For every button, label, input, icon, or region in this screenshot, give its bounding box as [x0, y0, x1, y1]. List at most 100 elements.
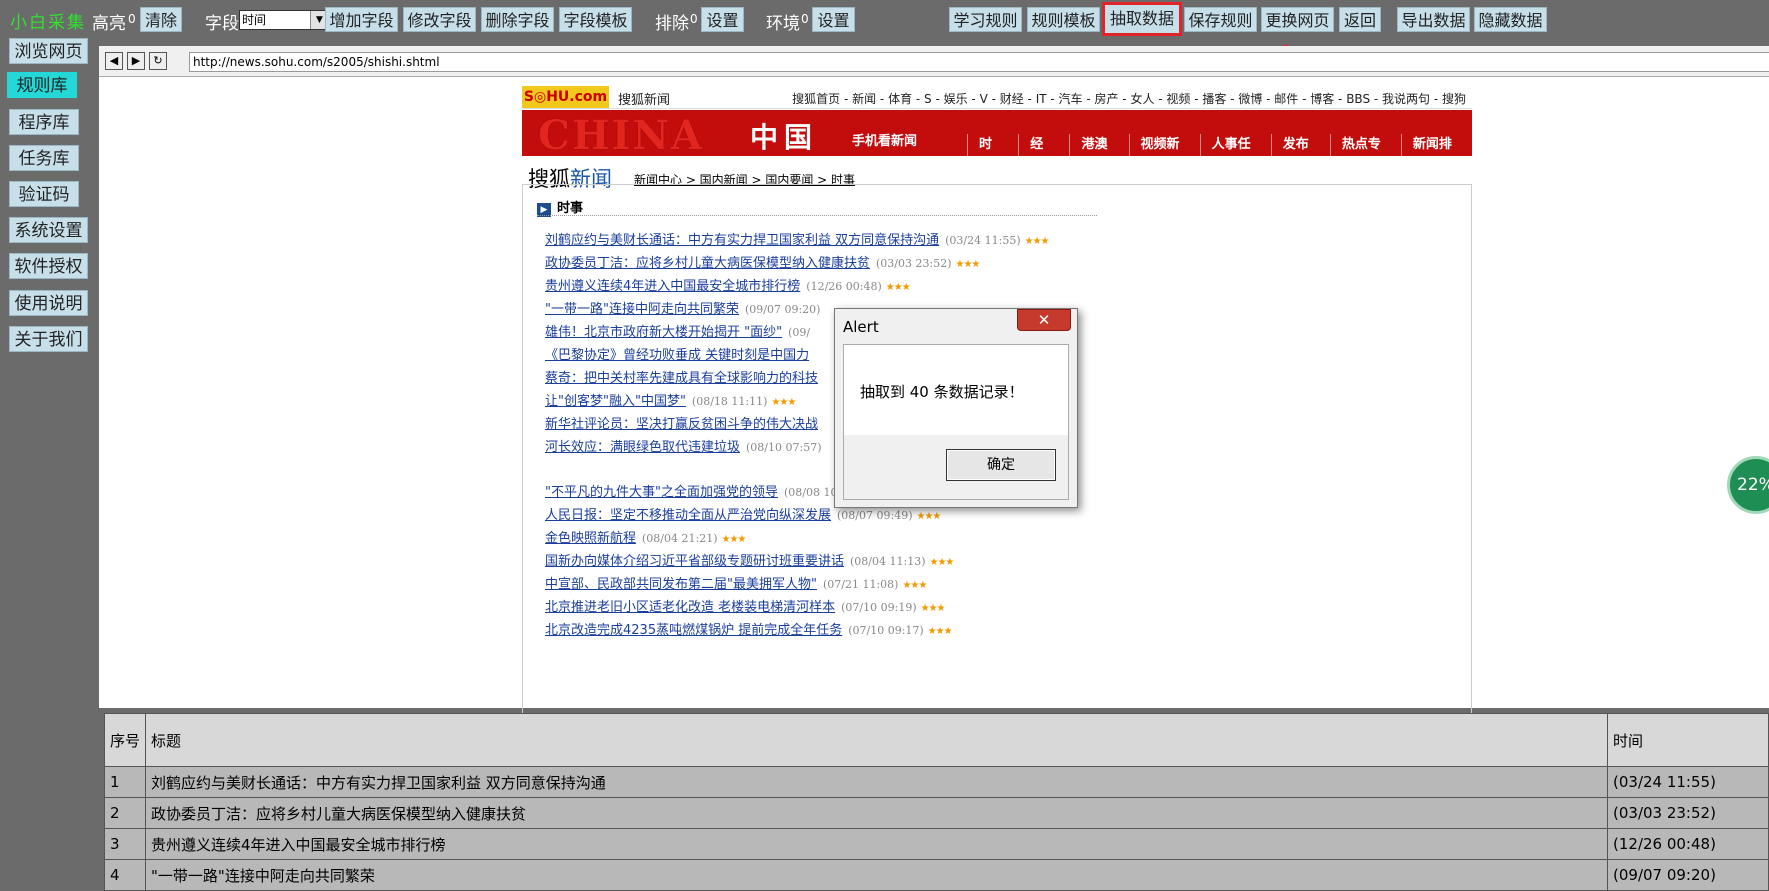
tab-personnel[interactable]: 人事任免	[1199, 134, 1271, 174]
save-rule-button[interactable]: 保存规则	[1184, 7, 1257, 32]
tab-shishi[interactable]: 时 事	[967, 134, 1018, 174]
close-icon[interactable]: ✕	[1017, 309, 1071, 331]
news-link[interactable]: 《巴黎协定》曾经功败垂成 关键时刻是中国力	[545, 348, 809, 363]
news-item: 蔡奇：把中关村率先建成具有全球影响力的科技	[545, 367, 818, 386]
sidebar-item-tasks[interactable]: 任务库	[9, 145, 79, 171]
tab-gangaotai[interactable]: 港澳台	[1069, 134, 1128, 174]
mobile-news-link[interactable]: 手机看新闻	[852, 130, 917, 149]
refresh-icon[interactable]: ↻	[149, 52, 167, 70]
news-link[interactable]: 人民日报：坚定不移推动全面从严治党向纵深发展	[545, 508, 831, 523]
alert-message: 抽取到 40 条数据记录！	[860, 383, 1024, 401]
table-header-row: 序号 标题 时间	[103, 713, 1769, 767]
ok-button[interactable]: 确定	[946, 449, 1056, 481]
back-button[interactable]: 返回	[1339, 7, 1381, 32]
alert-title: Alert	[843, 318, 879, 336]
env-settings-button[interactable]: 设置	[812, 7, 855, 32]
tab-press[interactable]: 发布会	[1270, 134, 1330, 174]
news-link[interactable]: 贵州遵义连续4年进入中国最安全城市排行榜	[545, 279, 800, 294]
news-time: (08/18 11:11)	[691, 395, 768, 408]
sidebar-item-manual[interactable]: 使用说明	[9, 290, 88, 316]
hide-data-button[interactable]: 隐藏数据	[1474, 7, 1547, 32]
news-link[interactable]: 河长效应：满眼绿色取代违建垃圾	[545, 440, 740, 455]
env-label: 环境	[766, 14, 800, 34]
sidebar-item-about[interactable]: 关于我们	[9, 326, 88, 352]
field-label: 字段	[205, 14, 239, 34]
sohu-banner: CHINA 中国 手机看新闻 时 事 经 济 港澳台 视频新闻 人事任免 发布会…	[522, 110, 1472, 174]
sidebar-item-settings[interactable]: 系统设置	[9, 217, 88, 243]
news-link[interactable]: 刘鹤应约与美财长通话：中方有实力捍卫国家利益 双方同意保持沟通	[545, 233, 939, 248]
news-link[interactable]: 北京推进老旧小区适老化改造 老楼装电梯清河样本	[545, 600, 835, 615]
news-time: (09/	[788, 326, 811, 339]
learn-rules-button[interactable]: 学习规则	[949, 7, 1022, 32]
toolbar: 小白采集 高亮 0 清除 字段 时间 ▼ 增加字段 修改字段 删除字段 字段模板…	[0, 0, 1769, 38]
star-icon: ★★★	[955, 259, 981, 270]
export-data-button[interactable]: 导出数据	[1397, 7, 1470, 32]
back-arrow-icon[interactable]: ◀	[105, 52, 123, 70]
header-time: 时间	[1607, 713, 1769, 767]
rule-template-button[interactable]: 规则模板	[1027, 7, 1100, 32]
tab-ranking[interactable]: 新闻排行	[1400, 134, 1472, 174]
banner-zh-text: 中国	[750, 121, 819, 154]
sohu-topbar: S◎HU.com 搜狐新闻 搜狐首页 - 新闻 - 体育 - S - 娱乐 - …	[522, 86, 1472, 109]
sohu-news-logo[interactable]: 搜狐新闻	[618, 89, 670, 108]
news-link[interactable]: "一带一路"连接中阿走向共同繁荣	[545, 302, 739, 317]
table-row[interactable]: 3 贵州遵义连续4年进入中国最安全城市排行榜 (12/26 00:48)	[103, 828, 1769, 860]
news-link[interactable]: 北京改造完成4235蒸吨燃煤锅炉 提前完成全年任务	[545, 623, 842, 638]
news-link[interactable]: 雄伟！北京市政府新大楼开始揭开 "面纱"	[545, 325, 782, 340]
app-brand: 小白采集	[10, 13, 86, 33]
star-icon: ★★★	[927, 626, 953, 637]
tab-jingji[interactable]: 经 济	[1018, 134, 1069, 174]
news-item: 《巴黎协定》曾经功败垂成 关键时刻是中国力	[545, 344, 809, 363]
cell-title: "一带一路"连接中阿走向共同繁荣	[145, 859, 1608, 891]
sohu-top-links[interactable]: 搜狐首页 - 新闻 - 体育 - S - 娱乐 - V - 财经 - IT - …	[792, 90, 1466, 107]
news-item: 中宣部、民政部共同发布第二届"最美拥军人物" (07/21 11:08) ★★★	[545, 573, 927, 592]
cell-index: 3	[103, 828, 147, 860]
sidebar-item-rules[interactable]: 规则库	[7, 72, 77, 98]
cell-index: 4	[103, 859, 147, 891]
news-time: (03/24 11:55)	[945, 234, 1021, 247]
exclude-count: 0	[690, 12, 698, 26]
news-link[interactable]: 中宣部、民政部共同发布第二届"最美拥军人物"	[545, 577, 817, 592]
news-link[interactable]: 国新办向媒体介绍习近平省部级专题研讨班重要讲话	[545, 554, 844, 569]
table-row[interactable]: 4 "一带一路"连接中阿走向共同繁荣 (09/07 09:20)	[103, 859, 1769, 891]
cell-time: (12/26 00:48)	[1607, 828, 1769, 860]
extract-data-button[interactable]: 抽取数据	[1102, 2, 1182, 36]
sidebar-item-license[interactable]: 软件授权	[9, 253, 88, 279]
field-select-value: 时间	[242, 13, 267, 27]
news-item: 北京改造完成4235蒸吨燃煤锅炉 提前完成全年任务 (07/10 09:17) ★★…	[545, 619, 953, 638]
sidebar-item-browse[interactable]: 浏览网页	[9, 38, 88, 64]
sohu-logo[interactable]: S◎HU.com	[522, 86, 609, 108]
news-link[interactable]: "不平凡的九件大事"之全面加强党的领导	[545, 485, 778, 500]
alert-dialog: Alert ✕ 抽取到 40 条数据记录！ 确定	[834, 308, 1078, 508]
news-link[interactable]: 新华社评论员：坚决打赢反贫困斗争的伟大决战	[545, 417, 818, 432]
field-template-button[interactable]: 字段模板	[559, 7, 632, 32]
edit-field-button[interactable]: 修改字段	[403, 7, 476, 32]
news-link[interactable]: 金色映照新航程	[545, 531, 636, 546]
star-icon: ★★★	[916, 511, 942, 522]
address-bar: ◀ ▶ ↻ http://news.sohu.com/s2005/shishi.…	[99, 46, 1769, 77]
tab-video[interactable]: 视频新闻	[1128, 134, 1200, 174]
clear-button[interactable]: 清除	[140, 7, 182, 32]
table-row[interactable]: 1 刘鹤应约与美财长通话：中方有实力捍卫国家利益 双方同意保持沟通 (03/24…	[103, 766, 1769, 798]
forward-arrow-icon[interactable]: ▶	[127, 52, 145, 70]
news-link[interactable]: 让"创客梦"融入"中国梦"	[545, 394, 686, 409]
exclude-settings-button[interactable]: 设置	[701, 7, 744, 32]
cell-index: 2	[103, 797, 147, 829]
table-row[interactable]: 2 政协委员丁洁：应将乡村儿童大病医保模型纳入健康扶贫 (03/03 23:52…	[103, 797, 1769, 829]
news-link[interactable]: 蔡奇：把中关村率先建成具有全球影响力的科技	[545, 371, 818, 386]
sidebar-item-programs[interactable]: 程序库	[9, 109, 79, 135]
delete-field-button[interactable]: 删除字段	[481, 7, 554, 32]
sidebar-item-captcha[interactable]: 验证码	[9, 181, 79, 207]
field-select[interactable]: 时间 ▼	[239, 10, 329, 30]
news-link[interactable]: 政协委员丁洁：应将乡村儿童大病医保模型纳入健康扶贫	[545, 256, 870, 271]
url-input[interactable]: http://news.sohu.com/s2005/shishi.shtml	[189, 52, 1769, 72]
add-field-button[interactable]: 增加字段	[325, 7, 398, 32]
news-item: 贵州遵义连续4年进入中国最安全城市排行榜 (12/26 00:48) ★★★	[545, 275, 911, 294]
tab-topics[interactable]: 热点专题	[1329, 134, 1401, 174]
header-title: 标题	[145, 713, 1608, 767]
sohu-tabs: 时 事 经 济 港澳台 视频新闻 人事任免 发布会 热点专题 新闻排行	[967, 134, 1472, 174]
news-item: 国新办向媒体介绍习近平省部级专题研讨班重要讲话 (08/04 11:13) ★★★	[545, 550, 954, 569]
news-item: 河长效应：满眼绿色取代违建垃圾 (08/10 07:57)	[545, 436, 822, 455]
news-item: "一带一路"连接中阿走向共同繁荣 (09/07 09:20)	[545, 298, 820, 317]
change-page-button[interactable]: 更换网页	[1261, 7, 1334, 32]
